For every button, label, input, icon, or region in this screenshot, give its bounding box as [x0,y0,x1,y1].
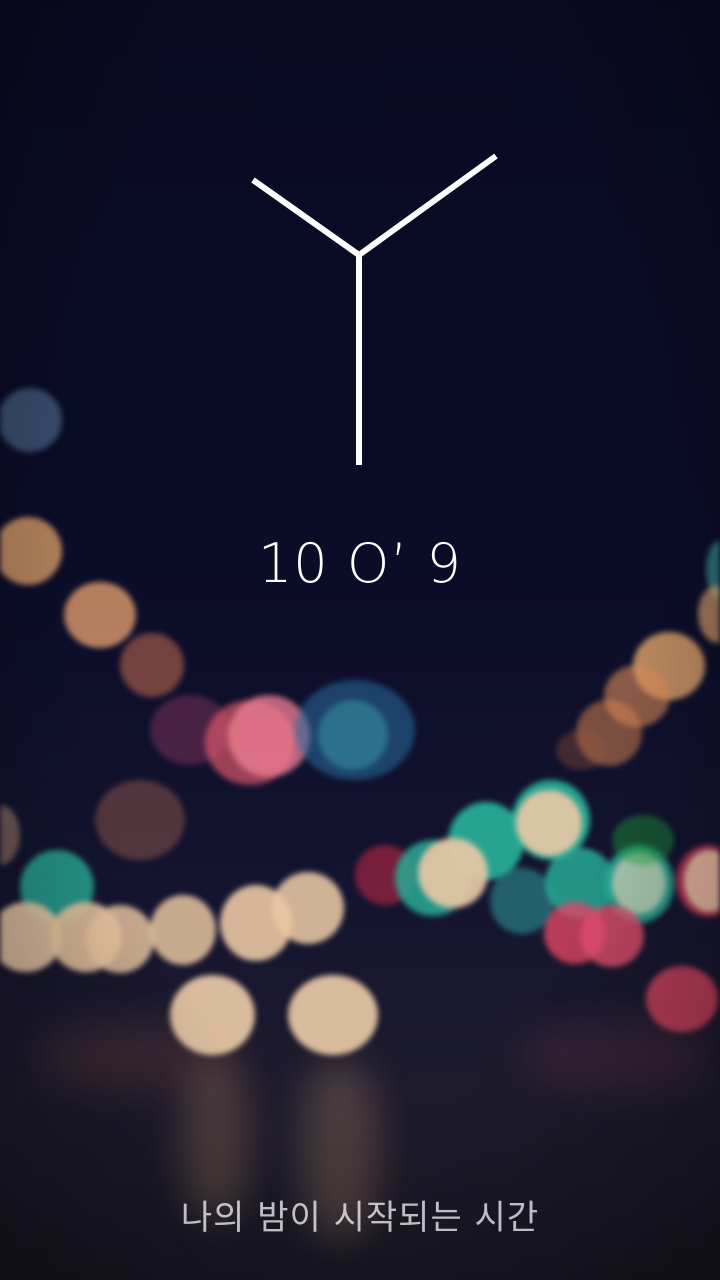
lock-screen: 10 O’ 9 나의 밤이 시작되는 시간 [0,0,720,1280]
y-shaped-clock-hands-icon [251,153,498,465]
time-display: 10 O’ 9 [257,532,463,595]
tagline-text: 나의 밤이 시작되는 시간 [180,1198,540,1238]
